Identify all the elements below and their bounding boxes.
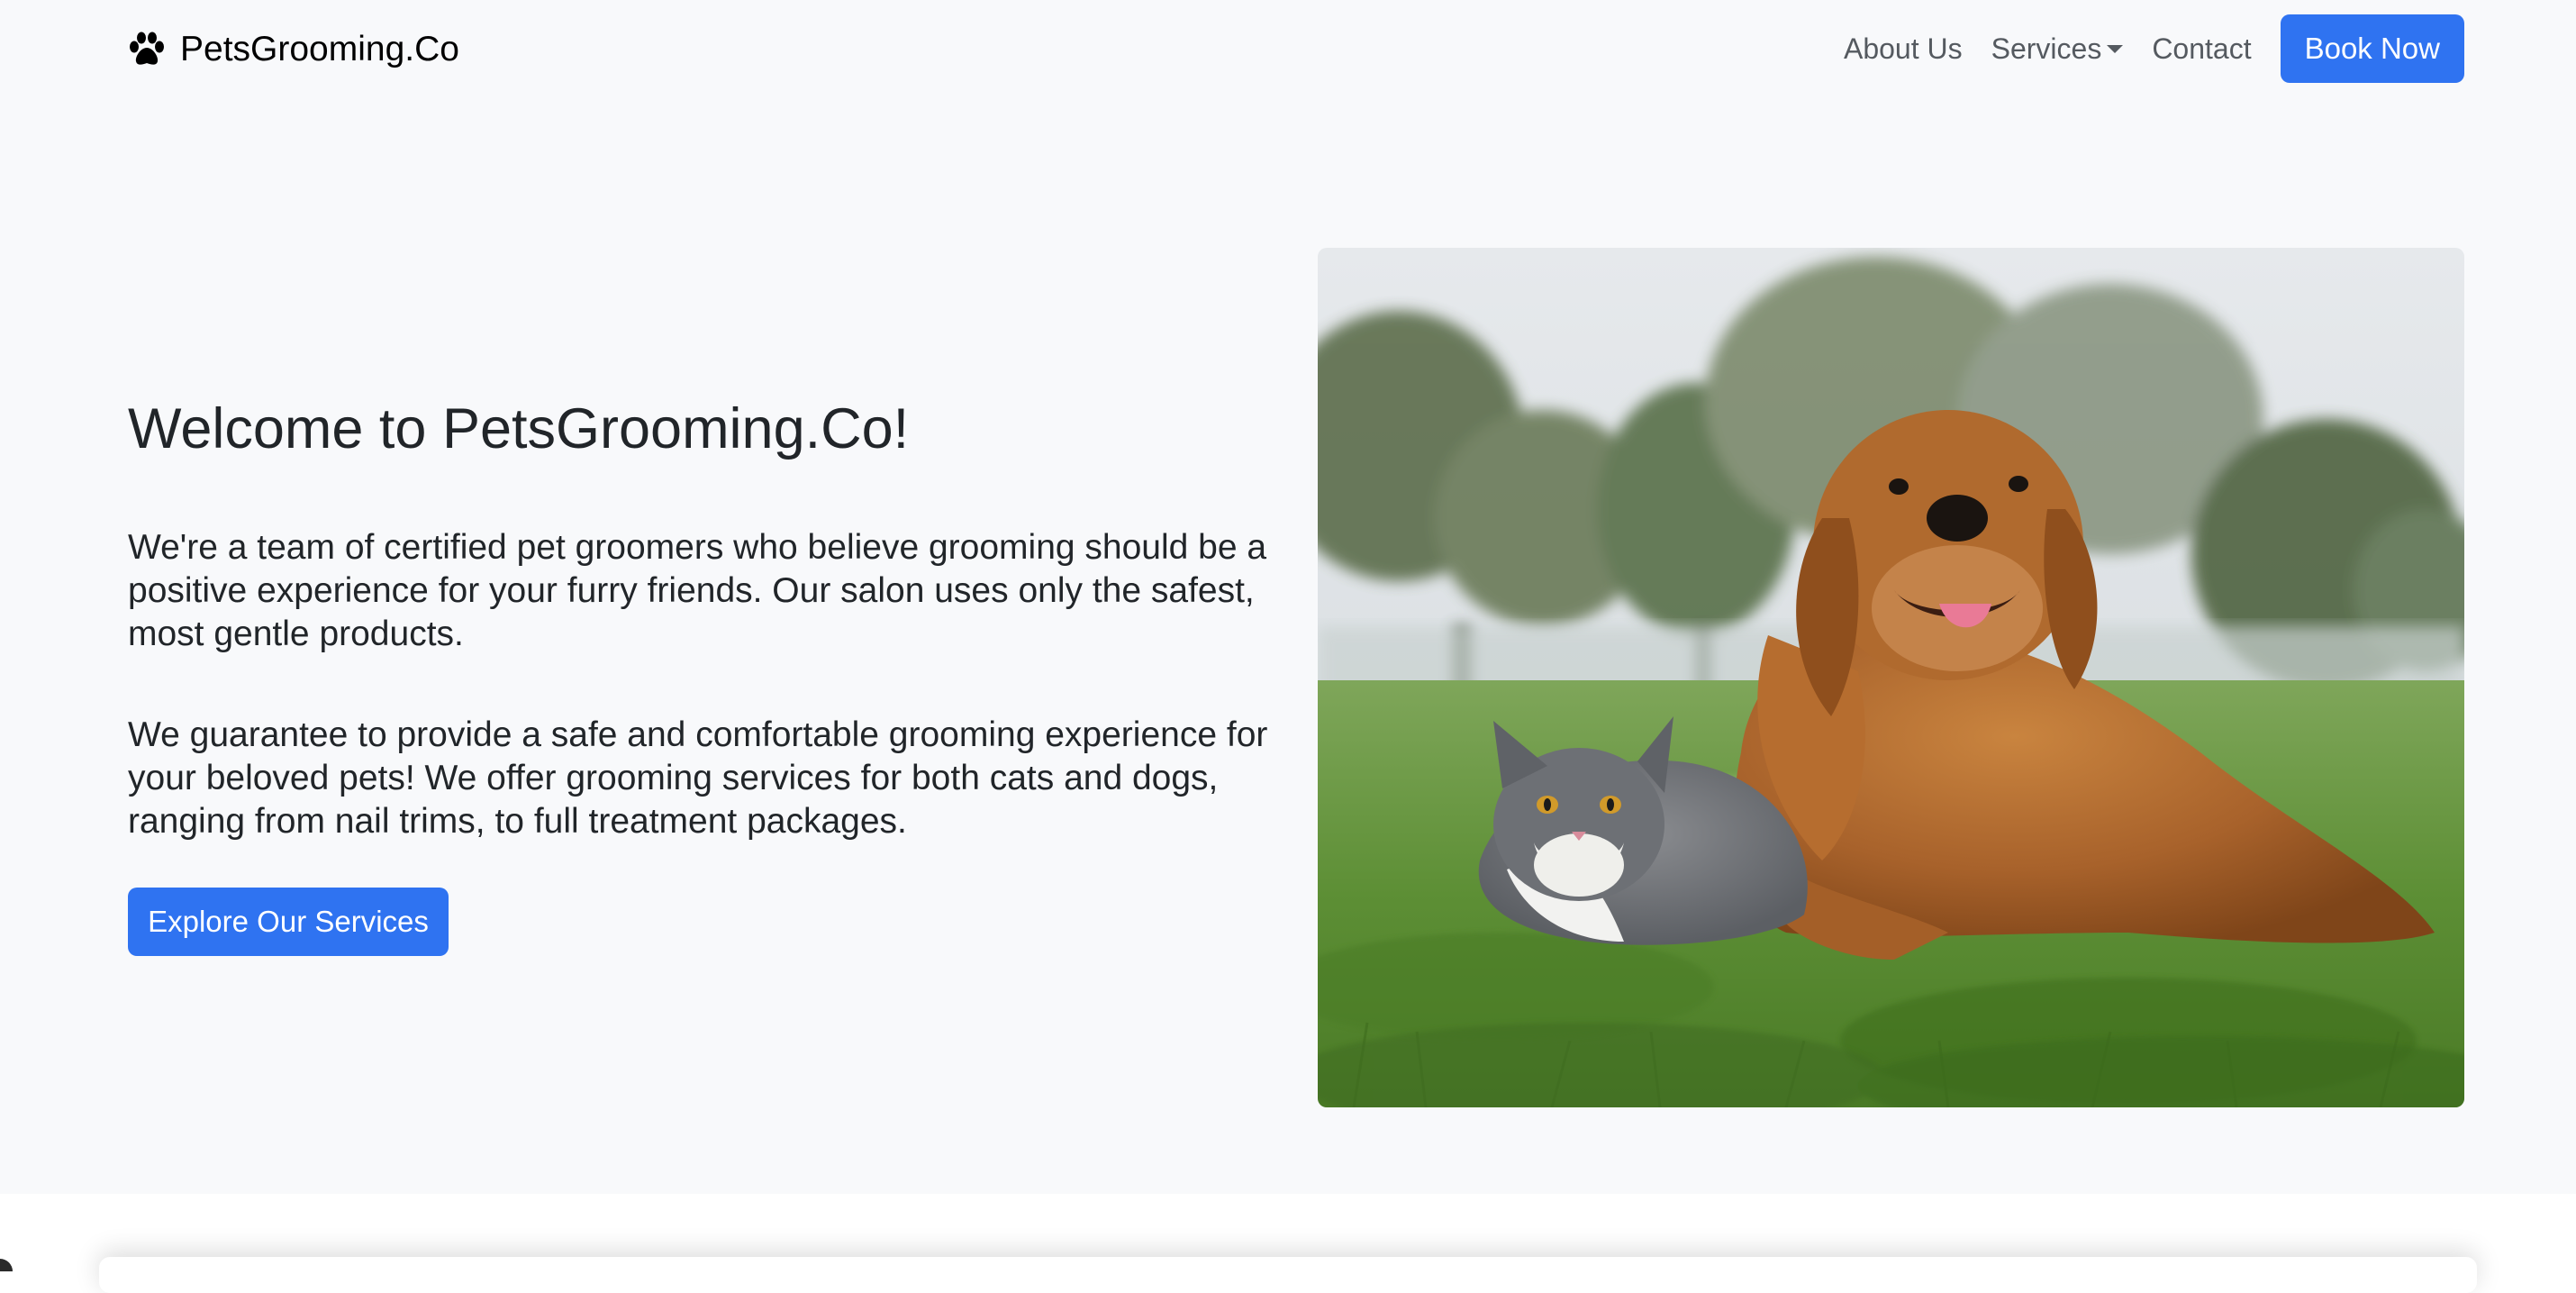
brand-name: PetsGrooming.Co <box>180 30 459 68</box>
book-now-button[interactable]: Book Now <box>2280 14 2464 83</box>
paw-icon <box>130 32 164 65</box>
nav-link-contact[interactable]: Contact <box>2152 32 2251 66</box>
nav-links: About Us Services Contact Book Now <box>1844 14 2464 83</box>
hero-paragraph-2: We guarantee to provide a safe and comfo… <box>128 715 1268 841</box>
hero-paragraph-1: We're a team of certified pet groomers w… <box>128 528 1267 653</box>
hero-title: Welcome to PetsGrooming.Co! <box>128 397 910 460</box>
nav-link-about-us[interactable]: About Us <box>1844 32 1963 66</box>
hero-image <box>1318 248 2464 1107</box>
nav-link-services-label: Services <box>1991 32 2102 65</box>
next-section-card <box>99 1257 2477 1293</box>
caret-down-icon <box>2107 44 2124 53</box>
nav-link-services[interactable]: Services <box>1991 32 2124 66</box>
navbar: PetsGrooming.Co About Us Services Contac… <box>0 0 2576 99</box>
brand-link[interactable]: PetsGrooming.Co <box>128 27 459 72</box>
explore-services-button[interactable]: Explore Our Services <box>128 888 449 956</box>
